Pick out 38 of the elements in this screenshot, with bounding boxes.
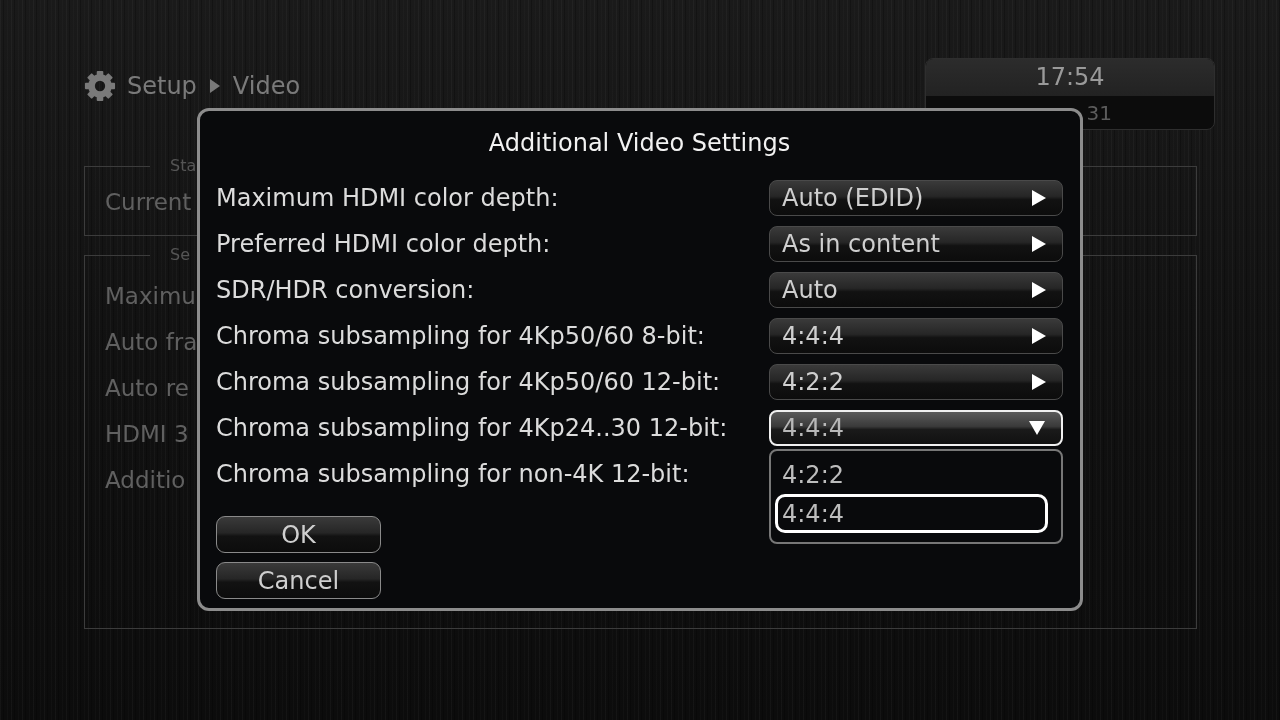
clock-time: 17:54 [1035,63,1105,91]
arrow-right-icon [1032,236,1046,252]
breadcrumb-item: Setup [127,71,197,102]
value-selector[interactable]: Auto (EDID) [769,180,1063,216]
setting-label: Current [105,189,192,215]
caret-down-icon [1029,421,1045,435]
value-selector[interactable]: 4:4:4 [769,318,1063,354]
arrow-right-icon [1032,190,1046,206]
arrow-right-icon [1032,282,1046,298]
setting-label: Maximum HDMI color depth: [216,184,560,212]
clock-date: 31 [1086,101,1112,125]
dialog-button[interactable]: Cancel [216,562,381,599]
arrow-right-icon [1032,328,1046,344]
setting-label: HDMI 3 [105,421,189,447]
setting-label: Auto re [105,375,189,401]
group-legend: Se [170,245,190,264]
setting-label: Chroma subsampling for 4Kp50/60 12-bit: [216,368,722,396]
dropdown-option[interactable]: 4:2:2 [775,455,1048,494]
arrow-right-icon [1032,374,1046,390]
group-legend: Sta [170,156,197,175]
setting-label: Maximu [105,283,196,309]
setting-label: Chroma subsampling for non-4K 12-bit: [216,460,691,488]
dialog-title: Additional Video Settings [487,128,792,158]
value-selector[interactable]: As in content [769,226,1063,262]
value-selector[interactable]: Auto [769,272,1063,308]
setting-label: SDR/HDR conversion: [216,276,476,304]
value-selector[interactable]: 4:4:4 [769,410,1063,446]
arrow-right-icon [209,79,220,93]
setting-label: Preferred HDMI color depth: [216,230,552,258]
setting-label: Chroma subsampling for 4Kp50/60 8-bit: [216,322,706,350]
setting-label: Chroma subsampling for 4Kp24..30 12-bit: [216,414,729,442]
dialog-button[interactable]: OK [216,516,381,553]
setting-label: Auto fra [105,329,198,355]
value-selector[interactable]: 4:2:2 [769,364,1063,400]
dropdown-option[interactable]: 4:4:4 [775,494,1048,533]
gear-icon [84,70,116,102]
breadcrumb-item: Video [232,71,301,102]
setting-label: Additio [105,467,186,493]
